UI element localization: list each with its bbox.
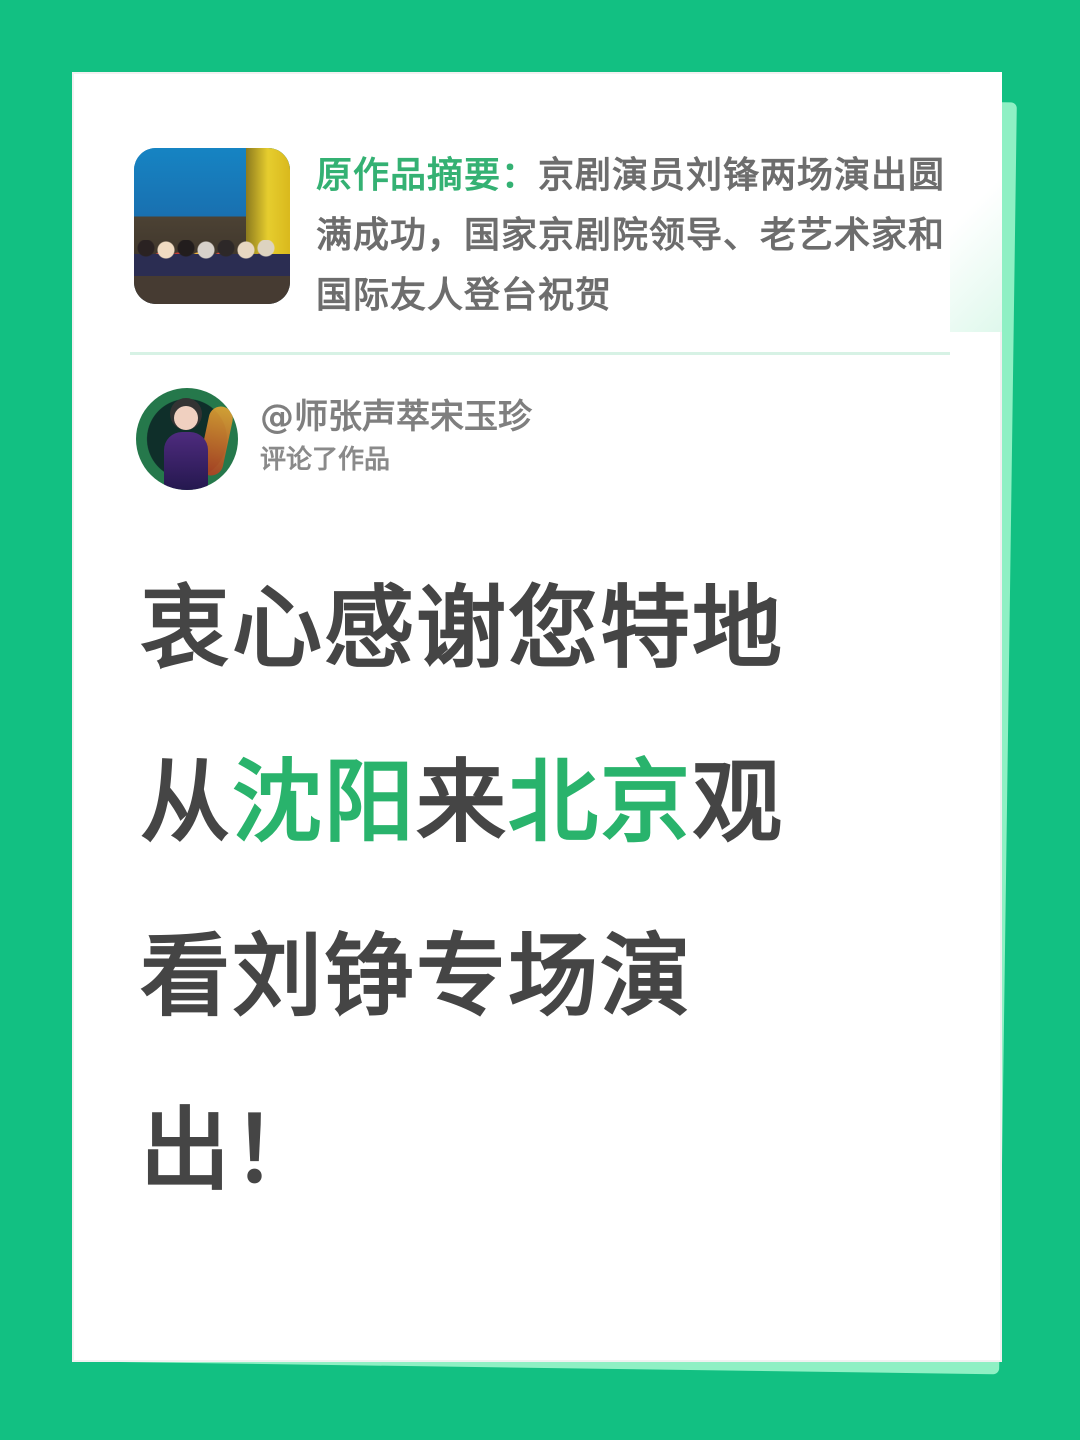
user-avatar[interactable] <box>136 388 238 490</box>
avatar-face <box>174 406 198 430</box>
message-line-1: 衷心感谢您特地 <box>140 576 784 681</box>
highlight-shenyang: 沈阳 <box>232 750 416 855</box>
highlight-beijing: 北京 <box>508 750 692 855</box>
commenter-row[interactable]: @师张声萃宋玉珍 评论了作品 <box>136 388 736 492</box>
avatar-body <box>164 432 208 490</box>
summary-label: 原作品摘要： <box>316 155 539 196</box>
message-line-3: 看刘铮专场演 <box>140 924 692 1029</box>
performance-thumbnail[interactable] <box>134 148 290 304</box>
section-divider <box>130 352 950 355</box>
message-line-2-mid: 来 <box>416 750 508 855</box>
comment-card: 原作品摘要：京剧演员刘锋两场演出圆满成功，国家京剧院领导、老艺术家和国际友人登台… <box>72 72 1002 1362</box>
paper-tear-effect <box>950 72 1002 332</box>
stage-people <box>134 240 290 304</box>
summary-text-block: 原作品摘要：京剧演员刘锋两场演出圆满成功，国家京剧院领导、老艺术家和国际友人登台… <box>316 146 948 326</box>
original-work-summary[interactable]: 原作品摘要：京剧演员刘锋两场演出圆满成功，国家京剧院领导、老艺术家和国际友人登台… <box>134 146 950 336</box>
message-line-4: 出！ <box>140 1098 324 1203</box>
message-line-2: 从沈阳来北京观 <box>140 716 944 890</box>
message-line-2-suffix: 观 <box>692 750 784 855</box>
comment-message: 衷心感谢您特地 从沈阳来北京观 看刘铮专场演 出！ <box>140 542 944 1238</box>
commenter-name[interactable]: @师张声萃宋玉珍 <box>260 396 532 438</box>
message-line-2-prefix: 从 <box>140 750 232 855</box>
comment-action-label: 评论了作品 <box>260 445 391 475</box>
